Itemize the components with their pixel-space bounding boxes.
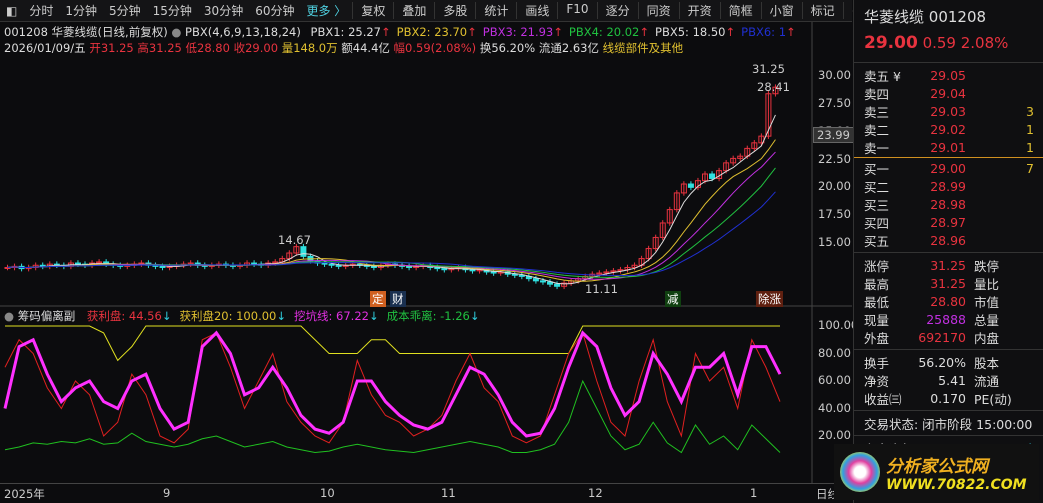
date-tick: 12	[588, 486, 603, 500]
candle	[328, 263, 335, 266]
candle	[441, 268, 448, 271]
event-marker[interactable]: 财	[390, 291, 406, 307]
stock-code: 001208	[928, 8, 987, 26]
indicator-tick: 20.00	[818, 428, 851, 442]
indicator-value: 挖坑线: 67.22	[294, 309, 369, 323]
date-tick: 1	[750, 486, 758, 500]
candle	[554, 283, 561, 287]
indicator-value: 获利盘: 44.56	[86, 309, 162, 323]
candle	[490, 271, 497, 274]
order-book-row[interactable]: 卖四 29.04	[854, 84, 1043, 102]
stat-row: 换手 56.20% 股本	[864, 354, 1000, 371]
trade-status: 交易状态: 闭市阶段 15:00:00	[864, 416, 1033, 432]
last-label: 28.41	[757, 80, 790, 94]
date-tick: 2025年	[4, 487, 45, 501]
low-label: 11.11	[585, 282, 618, 296]
stat-row: 最高 31.25 量比	[864, 275, 1000, 292]
stat-row: 外盘 692170 内盘	[864, 329, 1000, 346]
high-label: 31.25	[752, 62, 785, 76]
candle	[321, 262, 328, 265]
indicator-dropdown-icon[interactable]: ●	[4, 309, 14, 323]
stat-row: 最低 28.80 市值	[864, 293, 1000, 310]
price-pct: 2.08%	[960, 34, 1009, 52]
stock-name: 华菱线缆	[864, 8, 925, 26]
indicator-tick: 80.00	[818, 345, 851, 360]
indicator-tick: 60.00	[818, 373, 851, 387]
price-tick: 20.00	[818, 179, 851, 194]
site-logo: 分析家公式网 WWW.70822.COM	[834, 444, 1039, 500]
price-marker: 23.99	[813, 127, 854, 143]
indicator-header: ● 筹码偏离副 获利盘: 44.56↓ 获利盘20: 100.00↓ 挖坑线: 67…	[4, 308, 480, 324]
stat-row: 收益㈢ 0.170 PE(动)	[864, 390, 1012, 407]
candle	[687, 183, 694, 188]
price-tick: 30.00	[818, 68, 851, 83]
stat-row: 净资 5.41 流通	[864, 372, 1000, 389]
candle	[335, 264, 342, 267]
price-tick: 22.50	[818, 151, 851, 166]
ma-line	[7, 151, 776, 280]
candle	[511, 273, 518, 276]
indicator-value: 获利盘20: 100.00	[179, 309, 277, 323]
date-tick: 10	[320, 486, 335, 500]
date-tick: 9	[163, 486, 171, 500]
indicator-line-yellow	[5, 325, 780, 362]
candle	[251, 262, 258, 265]
event-marker[interactable]: 定	[370, 291, 386, 307]
candle	[532, 278, 539, 282]
candle	[539, 280, 546, 283]
order-book-row[interactable]: 卖二 29.02 1	[854, 120, 1043, 138]
indicator-name: 筹码偏离副	[17, 309, 76, 323]
indicator-line-green	[4, 379, 781, 454]
quote-panel: 华菱线缆 001208 29.00 0.59 2.08% 卖五 ¥29.05 卖四…	[834, 0, 1043, 503]
stat-row: 涨停 31.25 跌停	[864, 257, 1000, 274]
event-marker[interactable]: 除涨	[756, 291, 783, 307]
candle	[434, 266, 441, 270]
indicator-tick: 40.00	[818, 400, 851, 415]
kline-chart[interactable]	[0, 0, 852, 483]
price-tick: 17.50	[818, 207, 851, 222]
candle	[74, 262, 81, 265]
order-book-row[interactable]: 买三 28.98	[854, 195, 1043, 213]
last-price: 29.00	[864, 33, 918, 53]
date-axis: 2025年 9 10 11 12 1 日线	[0, 483, 852, 503]
candle	[469, 269, 476, 272]
indicator-value: 成本乖离: -1.26	[386, 309, 470, 323]
down-arrow-icon: ↓	[469, 309, 480, 323]
order-book-row[interactable]: 买五 28.96	[854, 231, 1043, 249]
indicator-line-red	[4, 331, 781, 444]
candle	[370, 265, 377, 268]
down-arrow-icon: ↓	[161, 309, 172, 323]
peak-label: 14.67	[278, 233, 311, 247]
candle	[300, 246, 307, 257]
candle	[518, 274, 525, 277]
order-book-row[interactable]: 卖一 29.01 1	[854, 138, 1043, 156]
price-change: 0.59	[922, 34, 956, 52]
order-book-row[interactable]: 买一 29.00 7	[854, 159, 1043, 177]
candle	[709, 173, 716, 179]
candle	[159, 265, 166, 268]
event-marker[interactable]: 减	[665, 291, 681, 307]
stat-row: 现量 25888 总量	[864, 311, 1000, 328]
price-tick: 27.50	[818, 95, 851, 110]
date-tick: 11	[441, 486, 456, 500]
order-book-row[interactable]: 卖三 29.03 3	[854, 102, 1043, 120]
order-book-row[interactable]: 卖五 ¥29.05	[854, 66, 1043, 84]
down-arrow-icon: ↓	[368, 309, 379, 323]
down-arrow-icon: ↓	[276, 309, 286, 323]
order-book-row[interactable]: 买四 28.97	[854, 213, 1043, 231]
candle	[406, 265, 413, 268]
order-book-row[interactable]: 买二 28.99	[854, 177, 1043, 195]
price-tick: 15.00	[818, 235, 851, 249]
ma-line	[7, 139, 776, 282]
